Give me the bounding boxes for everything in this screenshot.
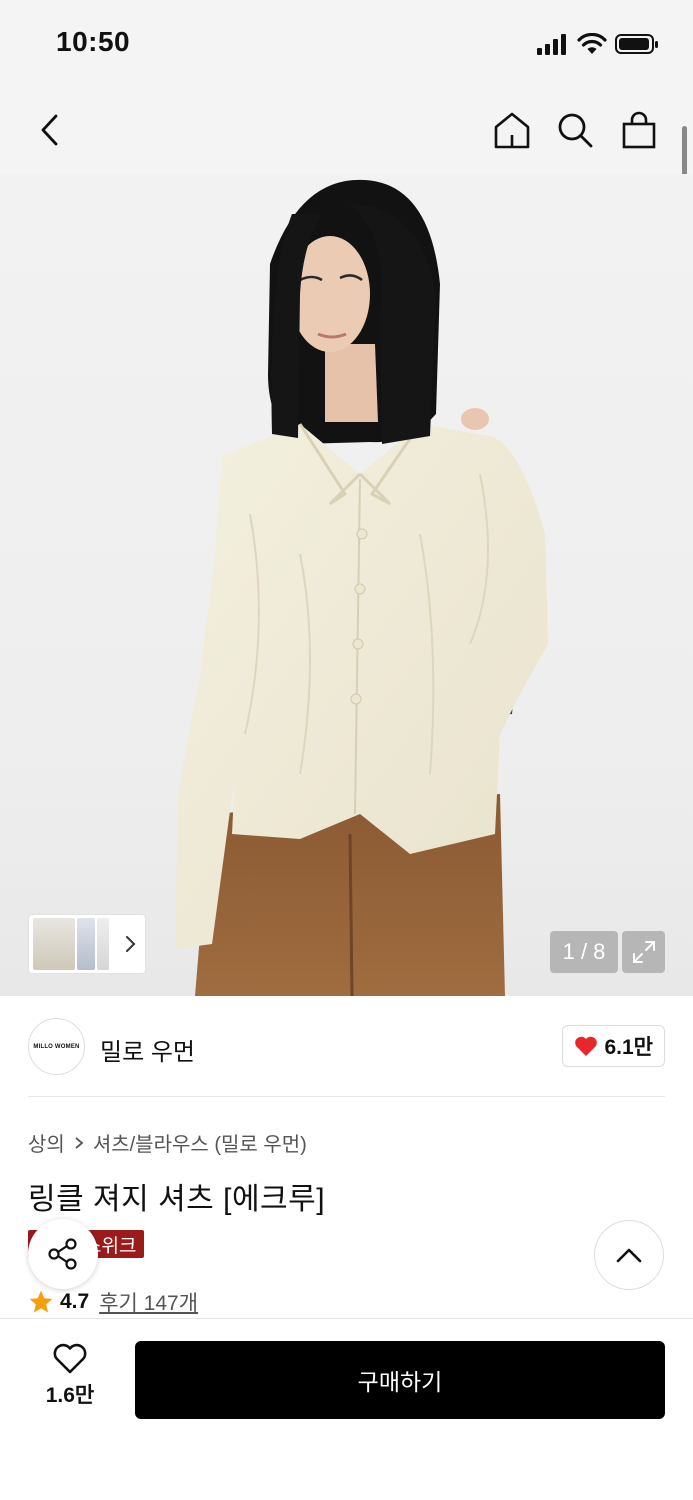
back-icon	[41, 114, 58, 146]
status-bar: 10:50	[0, 0, 693, 88]
chevron-right-icon[interactable]	[119, 933, 141, 955]
breadcrumb: 상의 셔츠/블라우스 (밀로 우먼)	[28, 1128, 307, 1157]
top-nav-bar	[0, 88, 693, 174]
status-icons	[537, 30, 659, 58]
wifi-icon	[577, 33, 607, 54]
product-image-gallery[interactable]: 1 / 8	[0, 174, 693, 996]
thumbnail-image[interactable]	[33, 918, 75, 970]
breadcrumb-category[interactable]: 상의	[28, 1128, 65, 1157]
rating-value: 4.7	[60, 1290, 90, 1313]
divider	[28, 1096, 665, 1097]
thumbnail-image[interactable]	[77, 918, 95, 970]
heart-filled-icon	[575, 1036, 598, 1056]
back-button[interactable]	[26, 106, 74, 154]
wishlist-button[interactable]: 1.6만	[30, 1343, 110, 1409]
home-button[interactable]	[488, 106, 536, 154]
expand-button[interactable]	[622, 931, 665, 973]
expand-icon	[632, 941, 655, 963]
product-title: 링클 져지 셔츠 [에크루]	[28, 1183, 326, 1216]
star-icon	[29, 1290, 53, 1313]
brand-row[interactable]: MILLO WOMEN 밀로 우먼 6.1만	[28, 1018, 665, 1076]
scroll-to-top-button[interactable]	[594, 1220, 664, 1290]
signal-icon	[537, 34, 566, 55]
review-count-link[interactable]: 후기 147개	[99, 1287, 198, 1317]
chevron-right-icon	[75, 1136, 84, 1149]
wishlist-count: 1.6만	[45, 1384, 95, 1407]
heart-outline-icon	[53, 1343, 87, 1374]
search-icon	[558, 113, 593, 148]
search-button[interactable]	[551, 106, 599, 154]
thumbnail-image[interactable]	[97, 918, 109, 970]
brand-like-count: 6.1만	[604, 1036, 653, 1059]
shopping-bag-icon	[622, 111, 656, 149]
product-photo	[175, 179, 548, 996]
breadcrumb-subcategory[interactable]: 셔츠/블라우스 (밀로 우먼)	[93, 1128, 307, 1157]
brand-name[interactable]: 밀로 우먼	[100, 1032, 195, 1067]
brand-like-button[interactable]: 6.1만	[562, 1025, 665, 1067]
cart-button[interactable]	[615, 106, 663, 154]
buy-button[interactable]: 구매하기	[135, 1341, 665, 1419]
rating-row: 4.7 후기 147개	[28, 1287, 198, 1317]
chevron-up-icon	[616, 1248, 642, 1263]
share-button[interactable]	[28, 1219, 98, 1289]
home-icon	[494, 112, 530, 149]
battery-icon	[615, 34, 658, 54]
brand-logo[interactable]: MILLO WOMEN	[28, 1018, 85, 1075]
image-counter: 1 / 8	[550, 931, 618, 973]
status-time: 10:50	[56, 26, 131, 57]
thumbnail-strip[interactable]	[28, 914, 146, 974]
bottom-action-bar: 1.6만 구매하기	[0, 1318, 693, 1500]
share-icon	[48, 1238, 77, 1270]
